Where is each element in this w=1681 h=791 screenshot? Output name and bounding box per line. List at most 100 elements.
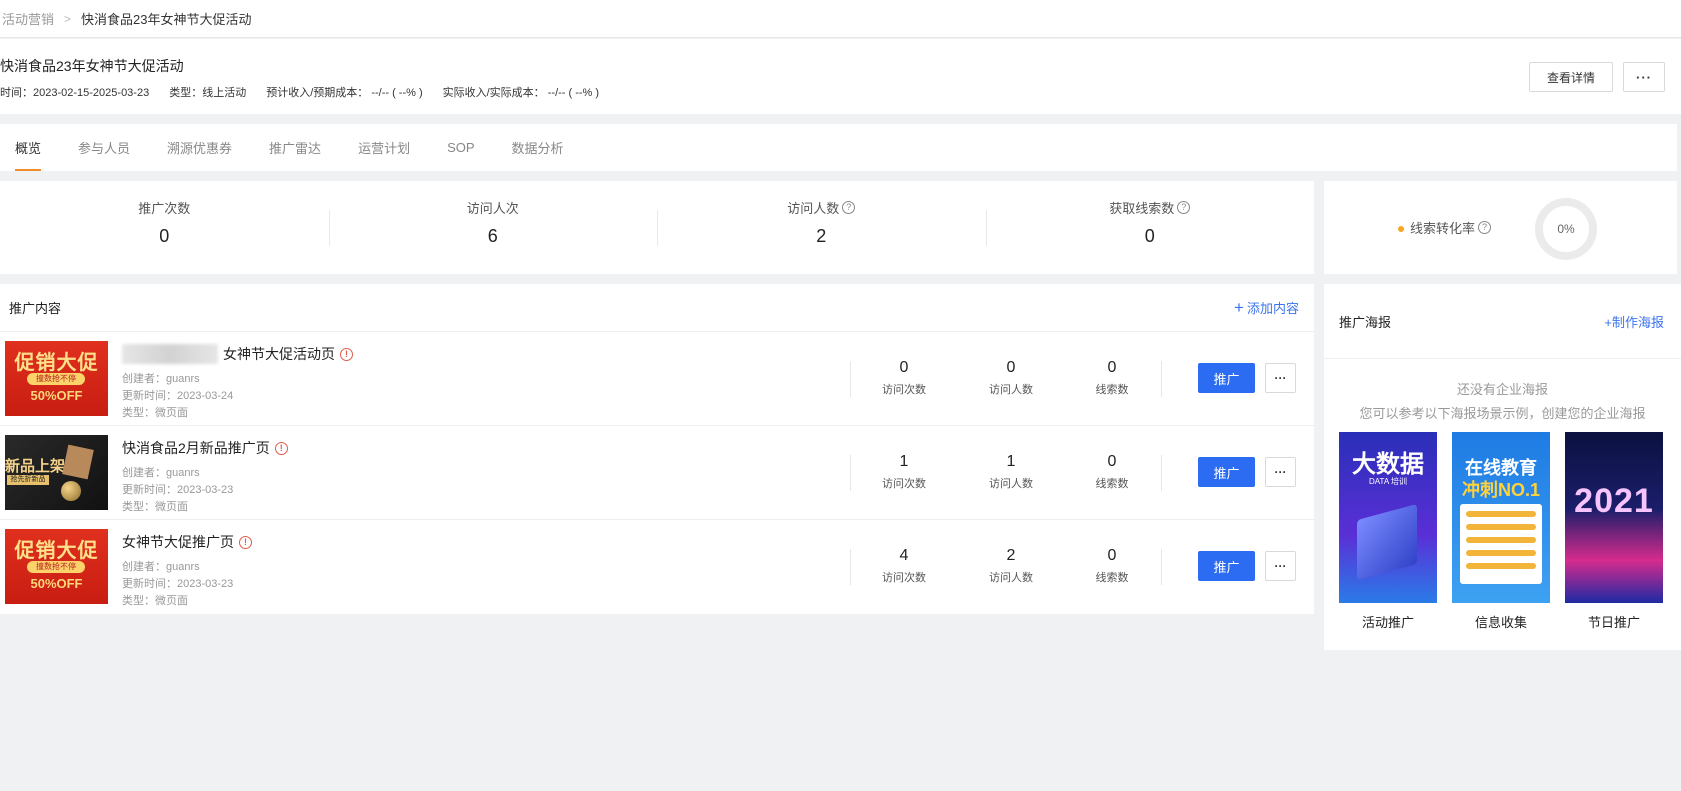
- divider: [1161, 549, 1162, 585]
- stat-visitors: 访问人数? 2: [657, 198, 986, 258]
- stat-promotions: 推广次数 0: [0, 198, 329, 258]
- empty-state-hint: 您可以参考以下海报场景示例，创建您的企业海报: [1359, 406, 1646, 421]
- poster-image: 大数据 DATA 培训: [1339, 432, 1437, 603]
- metric-value: 1: [899, 453, 909, 470]
- poster-subline: 冲刺NO.1: [1461, 480, 1540, 500]
- view-details-button[interactable]: 查看详情: [1529, 62, 1613, 92]
- poster-image: 在线教育 冲刺NO.1: [1452, 432, 1550, 603]
- help-icon[interactable]: ?: [842, 200, 856, 214]
- more-icon[interactable]: ···: [1623, 62, 1665, 92]
- content-creator: 创建者：guanrs: [122, 467, 200, 479]
- stat-label: 推广次数: [138, 200, 191, 216]
- tab-bar: 概览 参与人员 溯源优惠券 推广雷达 运营计划 SOP 数据分析: [0, 124, 1677, 171]
- metric-visitors: 0 访问人数: [971, 359, 1051, 397]
- tab-radar[interactable]: 推广雷达: [269, 124, 321, 171]
- promote-button[interactable]: 推广: [1198, 363, 1255, 393]
- list-item[interactable]: 新品上架 抢先折新品 快消食品2月新品推广页 ! 创建者：guanrs 更新时间…: [0, 426, 1314, 520]
- metric-visits: 1 访问次数: [864, 453, 944, 491]
- metric-value: 2: [1006, 547, 1016, 564]
- isometric-illustration-icon: [1357, 503, 1417, 581]
- content-type: 类型：微页面: [122, 407, 188, 419]
- warning-icon[interactable]: !: [274, 441, 288, 455]
- metric-value: 0: [1107, 547, 1117, 564]
- list-item[interactable]: 促销大促 撞数抢不停 50%OFF 女神节大促活动页 ! 创建者：guanrs …: [0, 332, 1314, 426]
- content-title-text: 女神节大促推广页: [122, 534, 234, 550]
- stat-label: 访问人次: [466, 200, 519, 216]
- tab-sop[interactable]: SOP: [447, 124, 474, 171]
- promotion-content-header: 推广内容 + 添加内容: [0, 284, 1314, 332]
- metric-label: 线索数: [1095, 478, 1129, 490]
- content-title[interactable]: 快消食品2月新品推广页 !: [122, 438, 288, 458]
- content-updated: 更新时间：2023-03-24: [122, 390, 234, 402]
- metric-label: 线索数: [1095, 384, 1129, 396]
- thumb-discount: 50%OFF: [30, 388, 83, 403]
- breadcrumb-parent-link[interactable]: 活动营销: [2, 9, 54, 28]
- metric-label: 线索数: [1095, 572, 1129, 584]
- metric-label: 访问人数: [989, 572, 1033, 584]
- content-title-text: 快消食品2月新品推广页: [122, 440, 270, 456]
- expected-income: 预计收入/预期成本： --/-- ( --% ): [266, 87, 423, 99]
- help-icon[interactable]: ?: [1478, 221, 1492, 234]
- content-title[interactable]: 女神节大促推广页 !: [122, 532, 252, 552]
- metric-value: 0: [1107, 453, 1117, 470]
- poster-example-holiday[interactable]: 2021 节日推广: [1565, 432, 1663, 631]
- thumb-headline: 新品上架: [5, 458, 66, 475]
- thumb-tag: 撞数抢不停: [27, 561, 85, 573]
- activity-meta: 时间：2023-02-15-2025-03-23 类型：线上活动 预计收入/预期…: [0, 84, 599, 100]
- chevron-right-icon: >: [64, 11, 72, 26]
- metric-label: 访问次数: [882, 384, 926, 396]
- redacted-text: [122, 344, 218, 364]
- conversion-rate-ring: 0%: [1535, 198, 1597, 260]
- content-title-text: 女神节大促活动页: [223, 346, 335, 362]
- tab-data-analysis[interactable]: 数据分析: [512, 124, 564, 171]
- content-type: 类型：微页面: [122, 595, 188, 607]
- more-icon[interactable]: ···: [1265, 457, 1296, 487]
- conversion-rate-card: 线索转化率? 0%: [1324, 181, 1677, 274]
- make-poster-button[interactable]: +制作海报: [1604, 312, 1664, 331]
- more-icon[interactable]: ···: [1265, 363, 1296, 393]
- poster-example-info-collection[interactable]: 在线教育 冲刺NO.1 信息收集: [1452, 432, 1550, 631]
- product-box-icon: [62, 444, 94, 480]
- metric-visits: 4 访问次数: [864, 547, 944, 585]
- metric-label: 访问人数: [989, 478, 1033, 490]
- posters-header: 推广海报 +制作海报: [1324, 284, 1681, 359]
- promote-button[interactable]: 推广: [1198, 457, 1255, 487]
- empty-state-title: 还没有企业海报: [1456, 382, 1548, 397]
- help-icon[interactable]: ?: [1177, 200, 1191, 214]
- content-updated: 更新时间：2023-03-23: [122, 578, 234, 590]
- content-creator: 创建者：guanrs: [122, 561, 200, 573]
- content-title[interactable]: 女神节大促活动页 !: [122, 344, 353, 364]
- activity-header: 快消食品23年女神节大促活动 时间：2023-02-15-2025-03-23 …: [0, 39, 1681, 114]
- tab-participants[interactable]: 参与人员: [78, 124, 130, 171]
- tab-overview[interactable]: 概览: [15, 124, 42, 171]
- stat-label: 获取线索数: [1109, 200, 1175, 216]
- stat-visits: 访问人次 6: [328, 198, 658, 258]
- activity-time: 时间：2023-02-15-2025-03-23: [0, 87, 150, 99]
- metric-visits: 0 访问次数: [864, 359, 944, 397]
- warning-icon[interactable]: !: [239, 535, 252, 549]
- metric-value: 4: [899, 547, 909, 564]
- list-item[interactable]: 促销大促 撞数抢不停 50%OFF 女神节大促推广页 ! 创建者：guanrs …: [0, 520, 1314, 614]
- promote-button[interactable]: 推广: [1198, 551, 1255, 581]
- stat-value: 0: [159, 225, 170, 246]
- section-title: 推广内容: [9, 301, 62, 316]
- section-title: 推广海报: [1339, 314, 1392, 330]
- content-thumbnail: 促销大促 撞数抢不停 50%OFF: [5, 529, 108, 604]
- warning-icon[interactable]: !: [340, 347, 353, 361]
- content-creator: 创建者：guanrs: [122, 373, 200, 385]
- tab-coupons[interactable]: 溯源优惠券: [167, 124, 232, 171]
- poster-example-activity[interactable]: 大数据 DATA 培训 活动推广: [1339, 432, 1437, 631]
- form-illustration-icon: [1460, 504, 1542, 584]
- add-content-label: 添加内容: [1246, 301, 1299, 316]
- metric-leads: 0 线索数: [1072, 453, 1152, 491]
- thumb-headline: 促销大促: [14, 540, 99, 562]
- metric-label: 访问人数: [989, 384, 1033, 396]
- content-type: 类型：微页面: [122, 501, 188, 513]
- more-icon[interactable]: ···: [1265, 551, 1296, 581]
- metric-value: 1: [1006, 453, 1016, 470]
- tab-operations-plan[interactable]: 运营计划: [358, 124, 410, 171]
- add-content-button[interactable]: + 添加内容: [1234, 298, 1299, 317]
- actual-income: 实际收入/实际成本： --/-- ( --% ): [442, 87, 600, 99]
- stats-summary: 推广次数 0 访问人次 6 访问人数? 2 获取线索数? 0: [0, 181, 1314, 274]
- stat-label: 访问人数: [787, 200, 840, 216]
